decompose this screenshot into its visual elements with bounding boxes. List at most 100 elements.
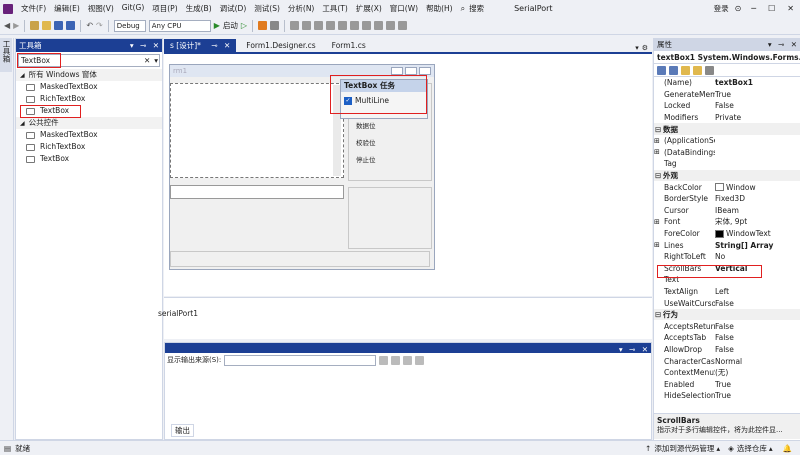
property-row[interactable]: Enabled True <box>654 378 800 390</box>
search-menu[interactable]: 搜索 <box>465 3 488 14</box>
property-value[interactable]: True <box>715 90 800 99</box>
dropdown-icon[interactable]: ▾ <box>768 40 772 49</box>
alphabetical-icon[interactable] <box>669 65 678 75</box>
toolbox-item[interactable]: RichTextBox <box>16 93 162 105</box>
forward-icon[interactable]: ▶ <box>13 21 19 30</box>
collapse-icon[interactable]: ⊟ <box>655 171 663 180</box>
source-control-dropdown-icon[interactable]: ▴ <box>716 444 720 453</box>
property-row[interactable]: ⊞ Font 宋体, 9pt <box>654 216 800 228</box>
menu-item[interactable]: 项目(P) <box>148 3 181 14</box>
property-value[interactable]: (无) <box>715 367 800 378</box>
snap-grid-icon[interactable] <box>398 21 408 30</box>
align-bottom-icon[interactable] <box>350 21 360 30</box>
property-value[interactable]: False <box>715 101 800 110</box>
toolbox-side-tab[interactable]: 工具箱 <box>0 38 12 72</box>
property-row[interactable]: HideSelection True <box>654 390 800 402</box>
property-row[interactable]: UseWaitCursor False <box>654 297 800 309</box>
close-icon[interactable]: ✕ <box>642 345 648 354</box>
expand-icon[interactable]: ⊞ <box>654 148 663 156</box>
add-to-source-control[interactable]: 添加到源代码管理 <box>654 443 714 454</box>
same-height-icon[interactable] <box>374 21 384 30</box>
menu-item[interactable]: 分析(N) <box>284 3 318 14</box>
property-value[interactable]: Vertical <box>715 264 800 273</box>
property-row[interactable]: Text <box>654 274 800 286</box>
maximize-button[interactable]: ☐ <box>768 4 775 13</box>
collapse-icon[interactable]: ⊟ <box>655 310 663 319</box>
property-value[interactable]: WindowText <box>715 229 800 238</box>
property-row[interactable]: Locked False <box>654 100 800 112</box>
property-row[interactable]: ContextMenuSt(无) <box>654 367 800 379</box>
dropdown-icon[interactable]: ▾ <box>619 345 623 354</box>
output-action-icon[interactable] <box>379 355 389 365</box>
pin-icon[interactable]: ⊸ <box>140 41 146 50</box>
save-icon[interactable] <box>54 21 64 30</box>
property-value[interactable]: False <box>715 322 800 331</box>
start-button[interactable]: 启动 <box>223 20 238 31</box>
events-icon[interactable] <box>693 65 702 75</box>
object-selector[interactable]: textBox1 System.Windows.Forms.T <box>654 51 800 64</box>
tab-list-icon[interactable]: ▾ <box>635 44 639 52</box>
output-action-icon[interactable] <box>391 355 401 365</box>
property-row[interactable]: GenerateMembTrue <box>654 89 800 101</box>
collapse-icon[interactable]: ◢ <box>20 120 25 127</box>
property-category[interactable]: ⊟ 行为 <box>654 308 800 321</box>
save-all-icon[interactable] <box>66 21 76 30</box>
toolbox-item[interactable]: MaskedTextBox <box>16 129 162 141</box>
align-left-icon[interactable] <box>290 21 300 30</box>
property-row[interactable]: ⊞ (DataBindings) <box>654 147 800 159</box>
property-row[interactable]: ⊞ Lines String[] Array <box>654 239 800 251</box>
property-row[interactable]: ScrollBars Vertical <box>654 263 800 275</box>
property-row[interactable]: Modifiers Private <box>654 112 800 124</box>
tab-form-cs[interactable]: Form1.cs <box>326 39 372 52</box>
property-row[interactable]: ForeColor WindowText <box>654 228 800 240</box>
bottom-input[interactable] <box>170 185 344 199</box>
properties-icon[interactable] <box>681 65 690 75</box>
property-value[interactable]: textBox1 <box>715 78 800 87</box>
back-icon[interactable]: ◀ <box>4 21 10 30</box>
pin-icon[interactable]: ⊸ <box>629 345 635 354</box>
property-value[interactable]: Fixed3D <box>715 194 800 203</box>
property-value[interactable]: False <box>715 333 800 342</box>
toolbox-item[interactable]: TextBox <box>16 153 162 165</box>
menu-item[interactable]: 编辑(E) <box>50 3 84 14</box>
expand-icon[interactable]: ⊞ <box>654 137 663 145</box>
property-value[interactable]: 宋体, 9pt <box>715 216 800 227</box>
collapse-icon[interactable]: ⊟ <box>655 125 663 134</box>
property-row[interactable]: AllowDrop False <box>654 344 800 356</box>
configuration-select[interactable]: Debug <box>113 19 146 32</box>
close-button[interactable]: ✕ <box>787 4 794 13</box>
menu-item[interactable]: 窗口(W) <box>386 3 422 14</box>
source-control-icon[interactable]: ↑ <box>645 444 651 453</box>
property-value[interactable]: True <box>715 380 800 389</box>
menu-item[interactable]: 调试(D) <box>216 3 251 14</box>
menu-item[interactable]: 文件(F) <box>17 3 50 14</box>
collapse-icon[interactable]: ◢ <box>20 72 25 79</box>
menu-item[interactable]: Git(G) <box>118 3 149 14</box>
settings-icon[interactable]: ⚙ <box>642 44 648 52</box>
expand-icon[interactable]: ⊞ <box>654 241 663 249</box>
property-value[interactable]: True <box>715 391 800 400</box>
property-row[interactable]: Cursor IBeam <box>654 205 800 217</box>
property-row[interactable]: AcceptsTab False <box>654 332 800 344</box>
property-value[interactable]: String[] Array <box>715 241 800 250</box>
tab-designer-cs[interactable]: Form1.Designer.cs <box>240 39 321 52</box>
multiline-checkbox[interactable]: ✓ <box>344 96 352 105</box>
redo-icon[interactable]: ↷ <box>96 21 103 30</box>
search-dropdown-icon[interactable]: ▾ <box>154 56 158 65</box>
same-width-icon[interactable] <box>362 21 372 30</box>
property-row[interactable]: CharacterCasingNormal <box>654 355 800 367</box>
component-serialport[interactable]: serialPort1 <box>158 309 198 318</box>
property-pages-icon[interactable] <box>705 65 714 75</box>
property-value[interactable]: Left <box>715 287 800 296</box>
notifications-icon[interactable]: 🔔 <box>783 444 792 453</box>
property-row[interactable]: (Name) textBox1 <box>654 77 800 89</box>
property-row[interactable]: AcceptsReturn False <box>654 320 800 332</box>
property-value[interactable]: No <box>715 252 800 261</box>
property-value[interactable]: Private <box>715 113 800 122</box>
expand-icon[interactable]: ⊞ <box>654 218 663 226</box>
start-without-debug-icon[interactable]: ▷ <box>241 21 247 30</box>
close-icon[interactable]: ✕ <box>153 41 159 50</box>
toolbox-item[interactable]: RichTextBox <box>16 141 162 153</box>
property-value[interactable]: False <box>715 345 800 354</box>
dropdown-icon[interactable]: ▾ <box>130 41 134 50</box>
